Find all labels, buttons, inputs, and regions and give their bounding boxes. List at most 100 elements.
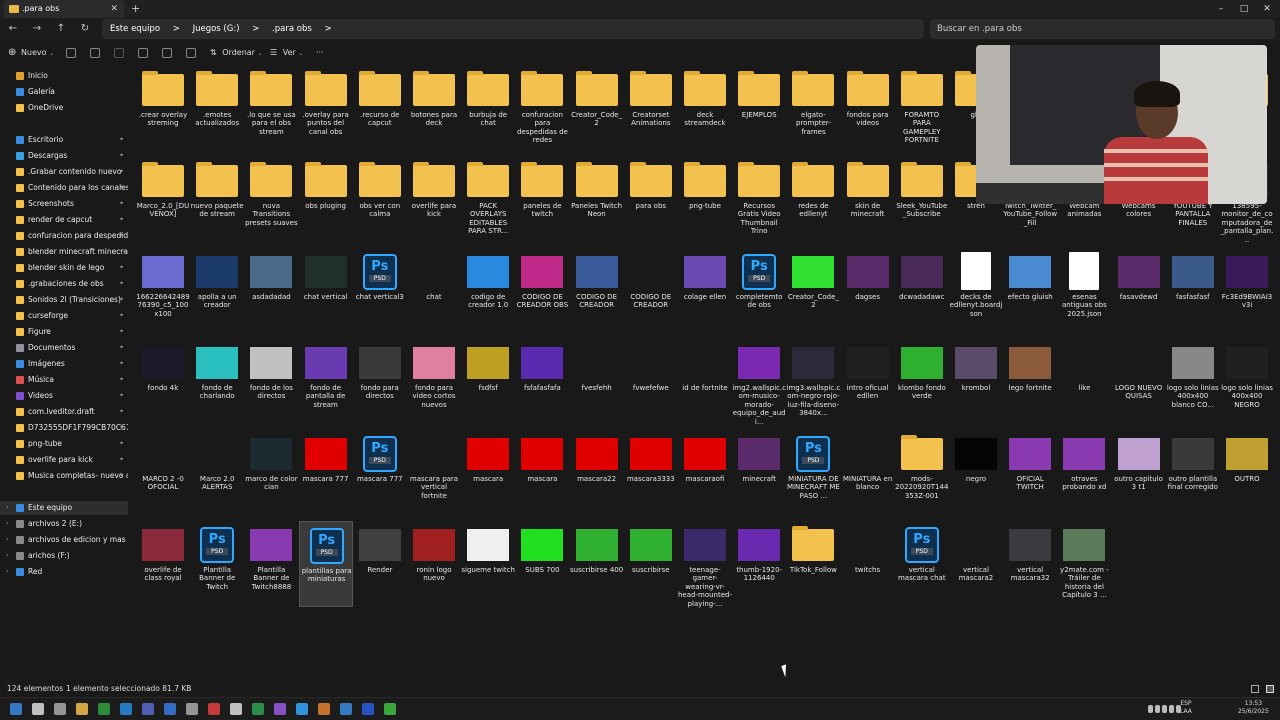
file-item[interactable]: logo solo linias 400x400 NEGRO — [1220, 339, 1274, 425]
app-icon[interactable] — [318, 703, 330, 715]
folder-item[interactable]: Marco_2.0_[DUVENOX] — [136, 157, 190, 243]
file-item[interactable]: MINIATURA en blanco — [841, 430, 895, 516]
file-item[interactable]: fondo de pantalla de stream — [299, 339, 353, 425]
file-item[interactable]: Ps PSD vertical mascara chat — [895, 521, 949, 607]
folder-item[interactable]: .emotes actualizados — [190, 66, 244, 152]
file-item[interactable]: fondo para video cortos nuevos — [407, 339, 461, 425]
folder-item[interactable]: burbuja de chat — [461, 66, 515, 152]
up-icon[interactable]: ↑ — [54, 22, 68, 36]
sidebar-item[interactable]: png-tube ✦ — [0, 437, 128, 451]
sidebar-item[interactable]: Galería — [0, 85, 128, 99]
file-item[interactable]: y2mate.com - Tráiler de historia del Cap… — [1057, 521, 1111, 607]
new-button[interactable]: ⊕ Nuevo ⌄ — [8, 43, 54, 63]
chevron-right-icon[interactable]: › — [6, 501, 8, 515]
sidebar-item[interactable]: Figure ✦ — [0, 325, 128, 339]
file-item[interactable]: Ps PSD MINIATURA DE MINECRAFT ME PASO ... — [786, 430, 840, 516]
folder-item[interactable]: paneles de twitch — [515, 157, 569, 243]
premiere-icon[interactable] — [274, 703, 286, 715]
file-item[interactable]: colage ellen — [678, 248, 732, 334]
file-item[interactable]: fvwefefwe — [624, 339, 678, 425]
file-item[interactable]: marco de color cian — [244, 430, 298, 516]
file-item[interactable]: chat — [407, 248, 461, 334]
file-item[interactable]: negro — [949, 430, 1003, 516]
file-item[interactable]: chat vertical — [299, 248, 353, 334]
cut-icon[interactable] — [66, 48, 76, 58]
file-item[interactable]: CODIGO DE CREADOR — [570, 248, 624, 334]
sidebar-drive-item[interactable]: › Este equipo — [0, 501, 128, 515]
folder-item[interactable]: FORAMTO PARA GAMEPLEY FORTNITE — [895, 66, 949, 152]
folder-item[interactable]: PACK OVERLAYS EDITABLES PARA STR... — [461, 157, 515, 243]
breadcrumb[interactable]: Este equipo > Juegos (G:) > .para obs > — [102, 19, 924, 39]
share-icon[interactable] — [162, 48, 172, 58]
app-icon[interactable] — [142, 703, 154, 715]
file-item[interactable]: OUTRO — [1220, 430, 1274, 516]
file-item[interactable]: suscribirse — [624, 521, 678, 607]
file-item[interactable]: dagses — [841, 248, 895, 334]
chrome-icon[interactable] — [98, 703, 110, 715]
folder-item[interactable]: obs ver con calma — [353, 157, 407, 243]
file-item[interactable]: SUBS 700 — [515, 521, 569, 607]
file-item[interactable]: fasfasfasf — [1166, 248, 1220, 334]
sidebar-item[interactable]: Escritorio ✦ — [0, 133, 128, 147]
sidebar-drive-item[interactable]: › archivos de edicion y mas (D:) — [0, 533, 128, 547]
sidebar-item[interactable]: Musica completas- nuevo albu✦ — [0, 469, 128, 483]
file-item[interactable]: fondo para directos — [353, 339, 407, 425]
sidebar-item[interactable]: Documentos ✦ — [0, 341, 128, 355]
folder-item[interactable]: redes de edllenyt — [786, 157, 840, 243]
file-item[interactable]: vertical mascara2 — [949, 521, 1003, 607]
file-item[interactable]: Marco 2.0 ALERTAS — [190, 430, 244, 516]
sidebar-item[interactable]: Videos ✦ — [0, 389, 128, 403]
maximize-button[interactable]: □ — [1233, 0, 1255, 18]
file-item[interactable]: outro capitulo 3 t1 — [1112, 430, 1166, 516]
file-item[interactable]: apolla a un creador — [190, 248, 244, 334]
folder-item[interactable]: .overlay para puntos del canal obs — [299, 66, 353, 152]
app-icon[interactable] — [384, 703, 396, 715]
view-button[interactable]: ☰ Ver ⌄ — [270, 43, 303, 63]
sidebar-item[interactable]: overlife para kick ✦ — [0, 453, 128, 467]
file-item[interactable]: mascara — [461, 430, 515, 516]
file-item[interactable]: asdadadad — [244, 248, 298, 334]
file-item[interactable]: fsdfsf — [461, 339, 515, 425]
sidebar-drive-item[interactable]: › archivos 2 (E:) — [0, 517, 128, 531]
folder-item[interactable]: png-tube — [678, 157, 732, 243]
file-item[interactable]: efecto gluish — [1003, 248, 1057, 334]
rename-icon[interactable] — [138, 48, 148, 58]
sidebar-item[interactable]: .Grabar contenido nuevo ✦ — [0, 165, 128, 179]
chevron-right-icon[interactable]: › — [6, 565, 8, 579]
sidebar-item[interactable]: D732555DF1F799CB70C677 ✦ — [0, 421, 128, 435]
app-icon[interactable] — [340, 703, 352, 715]
file-item[interactable]: OFICIAL TWITCH — [1003, 430, 1057, 516]
sidebar-item[interactable]: curseforge ✦ — [0, 309, 128, 323]
file-item[interactable]: CODIGO DE CREADOR — [624, 248, 678, 334]
paste-icon[interactable] — [114, 48, 124, 58]
file-item[interactable]: fsfafasfafa — [515, 339, 569, 425]
file-item[interactable]: MARCO 2 -0 OFOCIAL — [136, 430, 190, 516]
file-item[interactable]: mascara3333 — [624, 430, 678, 516]
file-explorer-icon[interactable] — [76, 703, 88, 715]
new-tab-button[interactable]: + — [131, 0, 140, 18]
sidebar-item[interactable]: Contenido para los canales ✦ — [0, 181, 128, 195]
cloud-icon[interactable] — [1155, 705, 1160, 713]
details-view-icon[interactable] — [1251, 685, 1259, 693]
file-item[interactable]: Plantilla Banner de Twitch8888 — [244, 521, 298, 607]
file-item[interactable]: CODIGO DE CREADOR OBS — [515, 248, 569, 334]
file-item[interactable]: Creator_Code_2 — [786, 248, 840, 334]
file-item[interactable]: fasavdewd — [1112, 248, 1166, 334]
folder-item[interactable]: obs pluging — [299, 157, 353, 243]
delete-icon[interactable] — [186, 48, 196, 58]
sidebar-item[interactable]: com.lveditor.draft ✦ — [0, 405, 128, 419]
breadcrumb-juegos[interactable]: Juegos (G:) — [193, 24, 240, 34]
file-item[interactable]: mascaraofi — [678, 430, 732, 516]
edge-icon[interactable] — [120, 703, 132, 715]
file-item[interactable]: minecraft — [732, 430, 786, 516]
sidebar-item[interactable]: render de capcut ✦ — [0, 213, 128, 227]
file-item[interactable]: klombo fondo verde — [895, 339, 949, 425]
battery-icon[interactable] — [1176, 705, 1181, 713]
file-item[interactable]: thumb-1920-1126440 — [732, 521, 786, 607]
file-item[interactable]: fondo de los directos — [244, 339, 298, 425]
app-icon[interactable] — [164, 703, 176, 715]
file-item[interactable]: codigo de creador 1.0 — [461, 248, 515, 334]
folder-item[interactable]: Paneles Twitch Neon — [570, 157, 624, 243]
sidebar-item[interactable]: OneDrive — [0, 101, 128, 115]
folder-item[interactable]: overlife para kick — [407, 157, 461, 243]
